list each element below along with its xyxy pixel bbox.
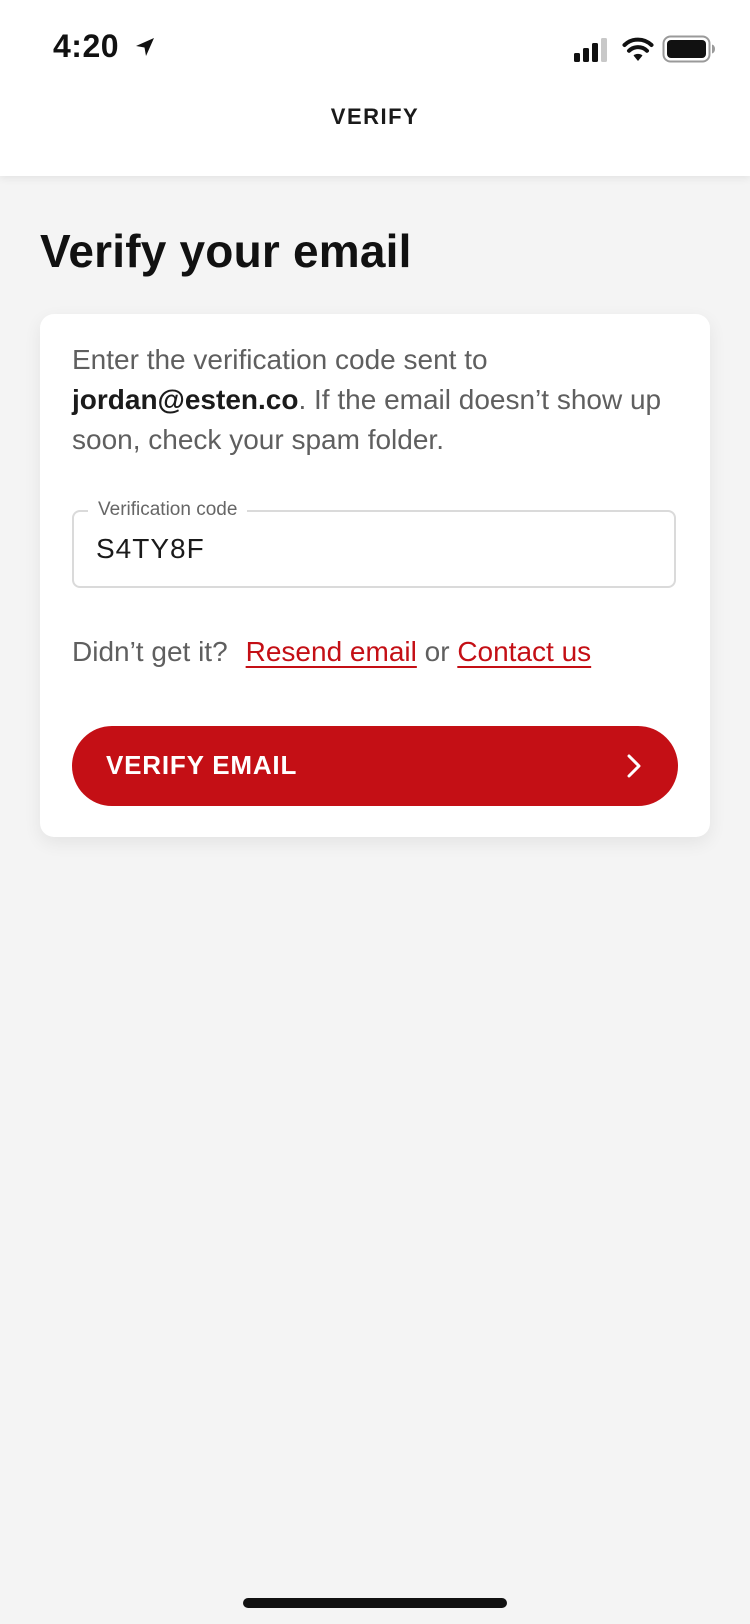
verification-code-input[interactable] <box>96 530 656 568</box>
page-title: Verify your email <box>40 225 412 277</box>
resend-email-link[interactable]: Resend email <box>246 636 417 667</box>
verification-instructions: Enter the verification code sent to jord… <box>72 340 682 460</box>
verification-card: Enter the verification code sent to jord… <box>40 314 710 837</box>
verify-email-button-label: VERIFY EMAIL <box>106 750 298 780</box>
verification-code-field[interactable]: Verification code <box>72 498 676 588</box>
help-prompt: Didn’t get it? <box>72 636 228 667</box>
email-address: jordan@esten.co <box>72 384 299 415</box>
chevron-right-icon <box>627 754 641 778</box>
wifi-icon <box>622 37 654 61</box>
resend-help-line: Didn’t get it? Resend email or Contact us <box>72 634 591 670</box>
nav-title: VERIFY <box>330 104 420 129</box>
top-bar: 4:20 VERIFY <box>0 0 750 176</box>
status-time: 4:20 <box>53 28 120 64</box>
home-indicator[interactable] <box>243 1598 507 1608</box>
location-arrow-icon <box>136 38 154 56</box>
battery-icon <box>662 35 715 63</box>
verify-email-button[interactable]: VERIFY EMAIL <box>72 726 678 806</box>
verification-code-label: Verification code <box>88 498 248 522</box>
status-bar: 4:20 <box>0 0 750 100</box>
contact-us-link[interactable]: Contact us <box>457 636 591 667</box>
instruction-prefix: Enter the verification code sent to <box>72 344 488 375</box>
help-connector: or <box>424 636 450 667</box>
cellular-signal-icon <box>574 38 607 62</box>
